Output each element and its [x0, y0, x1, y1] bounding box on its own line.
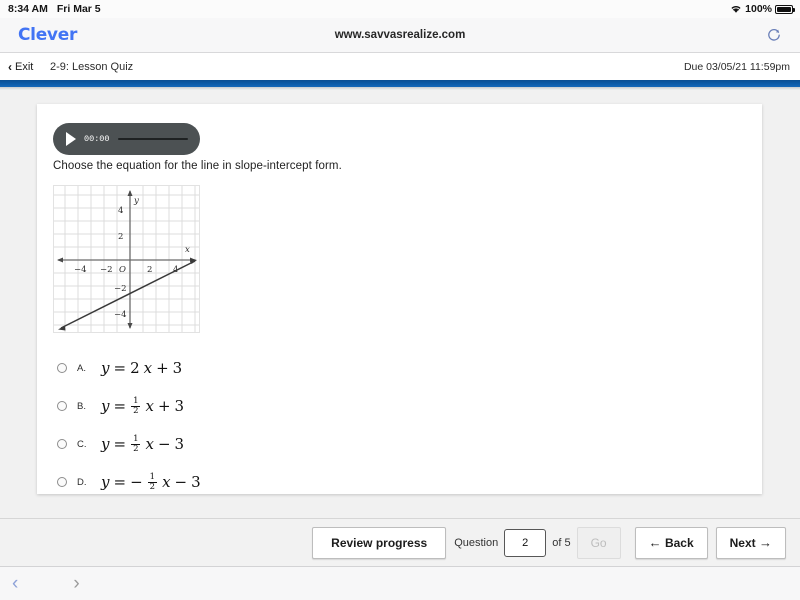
ios-status-bar: 8:34 AM Fri Mar 5 100%: [0, 0, 800, 18]
status-time: 8:34 AM: [8, 3, 48, 15]
review-progress-button[interactable]: Review progress: [312, 526, 447, 559]
answer-choices: A. y = 2 x +3 B. y = 12 x +3 C. y = 1 2 …: [49, 349, 649, 501]
x-axis-arrow-left: [57, 257, 63, 263]
address-bar-url[interactable]: www.savvasrealize.com: [0, 29, 800, 41]
y-tick-2: 2: [118, 232, 123, 242]
coordinate-graph: −4 −2 O 2 4 4 2 −2 −4 x y: [53, 185, 200, 333]
quiz-header: ‹ Exit 2-9: Lesson Quiz Due 03/05/21 11:…: [0, 53, 800, 80]
line-arrow-start: [58, 325, 66, 331]
y-tick-4: 4: [118, 206, 123, 216]
question-label: Question: [454, 536, 499, 549]
next-button[interactable]: Next →: [715, 526, 786, 559]
choice-letter-c: C.: [77, 438, 87, 450]
audio-progress-bar[interactable]: [117, 137, 188, 141]
arrow-right-icon: →: [759, 535, 772, 550]
exit-button[interactable]: ‹ Exit: [8, 61, 33, 73]
due-date: Due 03/05/21 11:59pm: [683, 60, 790, 73]
choice-c[interactable]: C. y = 12 x −3: [49, 425, 649, 463]
question-total-label: of 5: [552, 536, 571, 549]
wifi-icon: [730, 4, 742, 14]
fraction-one-half: 12: [131, 395, 141, 416]
equation-c: y = 12 x −3: [101, 433, 185, 454]
y-tick--4: −4: [114, 310, 127, 320]
choice-d[interactable]: D. y = − 12 x −3: [49, 463, 649, 501]
graph-svg: −4 −2 O 2 4 4 2 −2 −4 x y: [54, 186, 199, 332]
play-icon[interactable]: [66, 132, 76, 146]
graph-axes: [58, 191, 195, 328]
equation-d: y = − 12 x −3: [101, 471, 201, 492]
choice-letter-b: B.: [77, 400, 86, 412]
status-right: 100%: [730, 0, 795, 18]
radio-c[interactable]: [57, 439, 67, 449]
question-card: 00:00 Choose the equation for the line i…: [37, 104, 762, 494]
browser-back-icon[interactable]: ‹: [12, 574, 18, 593]
status-date: Fri Mar 5: [56, 3, 101, 15]
battery-percent: 100%: [745, 3, 772, 15]
go-button[interactable]: Go: [576, 526, 621, 559]
audio-time: 00:00: [84, 134, 110, 144]
next-label: Next: [729, 535, 756, 550]
question-number-input[interactable]: [504, 528, 547, 557]
question-stem: Choose the equation for the line in slop…: [53, 160, 342, 172]
radio-d[interactable]: [57, 477, 67, 487]
browser-forward-icon[interactable]: ›: [73, 574, 79, 593]
fraction-one-half: 12: [147, 471, 158, 492]
equation-b: y = 12 x +3: [101, 395, 185, 416]
y-axis-arrow-bottom: [127, 323, 133, 329]
x-tick--2: −2: [100, 265, 113, 275]
radio-b[interactable]: [57, 401, 67, 411]
screen: 8:34 AM Fri Mar 5 100% Clever www.savvas…: [0, 0, 800, 600]
chevron-left-icon: ‹: [8, 59, 12, 74]
clever-logo[interactable]: Clever: [18, 25, 77, 45]
x-axis-label: x: [185, 245, 190, 255]
y-tick--2: −2: [114, 284, 127, 294]
choice-a[interactable]: A. y = 2 x +3: [49, 349, 649, 387]
reload-icon[interactable]: [766, 27, 784, 45]
accent-bar: [0, 80, 800, 87]
x-tick-2: 2: [147, 265, 152, 275]
y-axis-label: y: [133, 196, 139, 206]
quiz-navigation-bar: Review progress Question of 5 Go ← Back …: [0, 518, 800, 566]
status-left: 8:34 AM Fri Mar 5: [0, 3, 101, 15]
content-area: 00:00 Choose the equation for the line i…: [0, 90, 800, 518]
battery-icon: [775, 4, 795, 14]
back-button[interactable]: ← Back: [634, 526, 708, 559]
lesson-title: 2-9: Lesson Quiz: [50, 60, 134, 73]
choice-letter-d: D.: [77, 476, 87, 488]
browser-bottom-toolbar: ‹ ›: [0, 566, 800, 600]
browser-toolbar: Clever www.savvasrealize.com: [0, 18, 800, 53]
exit-label: Exit: [15, 60, 34, 73]
back-label: Back: [664, 535, 694, 550]
choice-letter-a: A.: [77, 362, 86, 374]
origin-label: O: [119, 265, 126, 275]
equation-a: y = 2 x +3: [101, 359, 183, 377]
arrow-left-icon: ←: [648, 535, 662, 550]
choice-b[interactable]: B. y = 12 x +3: [49, 387, 649, 425]
question-navigator: Question of 5: [454, 528, 571, 557]
audio-player[interactable]: 00:00: [53, 123, 200, 155]
y-axis-arrow-top: [127, 190, 133, 196]
x-tick--4: −4: [74, 265, 87, 275]
fraction-one-half: 12: [131, 433, 141, 454]
radio-a[interactable]: [57, 363, 67, 373]
